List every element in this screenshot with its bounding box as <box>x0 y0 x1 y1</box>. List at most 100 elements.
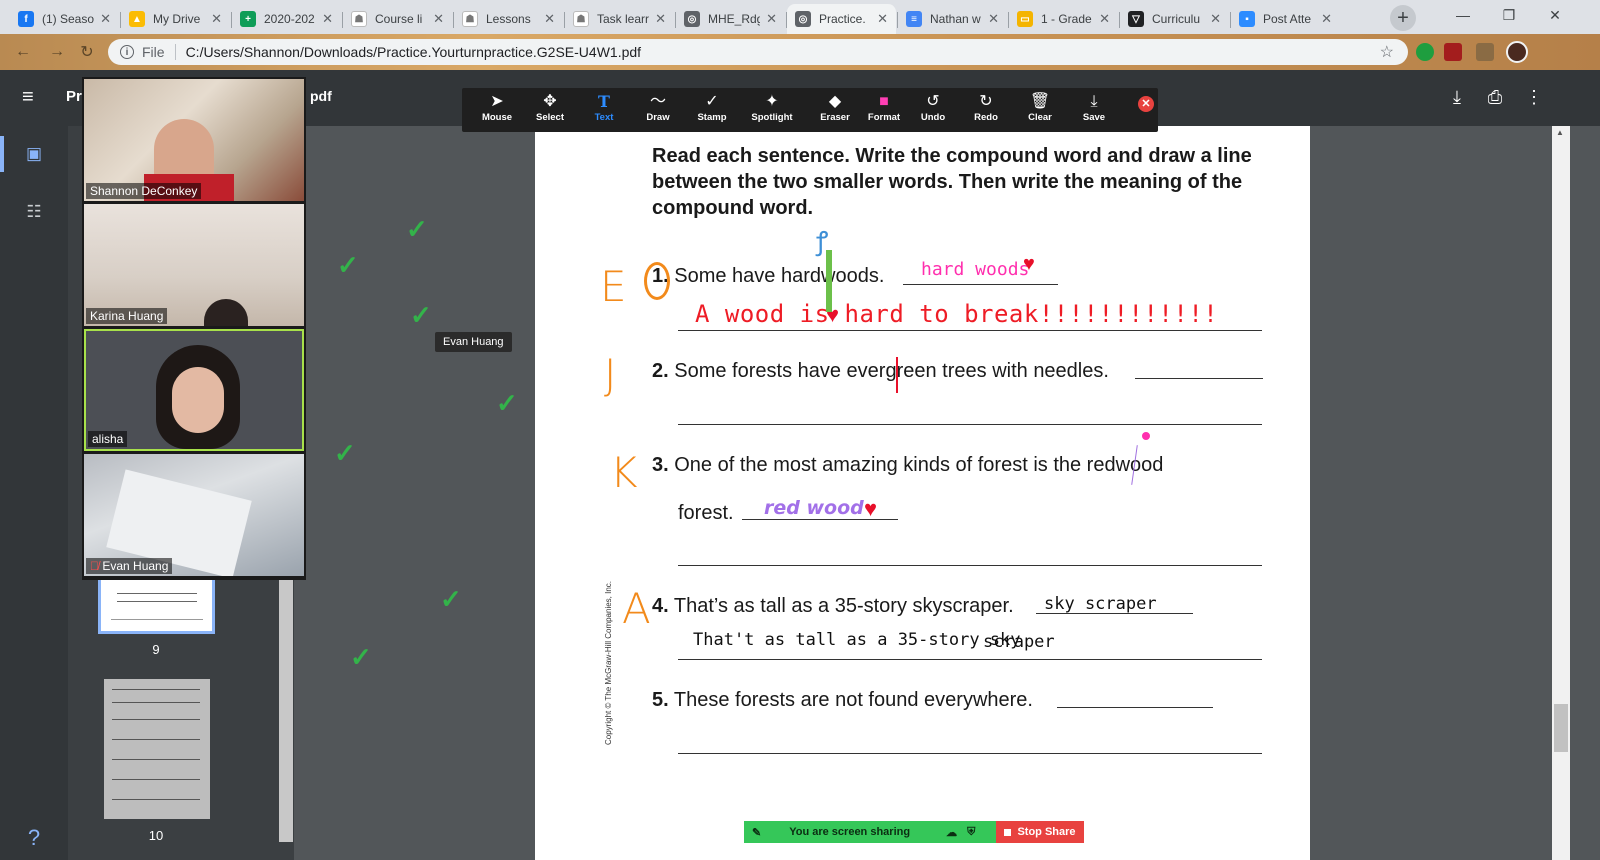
meaning-line <box>678 659 1262 660</box>
margin-letter: E <box>600 262 627 311</box>
annotation-tool-label: Text <box>594 112 614 123</box>
forward-button[interactable]: → <box>46 41 68 63</box>
annotation-tool-stamp[interactable]: ✓ Stamp <box>686 92 738 128</box>
video-tile[interactable]: Karina Huang <box>84 204 304 326</box>
help-icon[interactable]: ? <box>22 826 46 850</box>
browser-tab[interactable]: ☗ Lessons ✕ <box>454 4 563 34</box>
profile-avatar[interactable] <box>1506 41 1528 63</box>
participant-name: alisha <box>88 431 128 447</box>
browser-tab[interactable]: ▽ Curriculu ✕ <box>1120 4 1229 34</box>
annotation-tool-text[interactable]: T Text <box>578 92 630 128</box>
annotation-tool-label: Stamp <box>697 112 727 123</box>
move-icon: ✥ <box>543 93 557 110</box>
browser-tab[interactable]: ▲ My Drive ✕ <box>121 4 230 34</box>
google-drive-icon: ▲ <box>129 11 145 27</box>
browser-tab[interactable]: ☗ Task learr ✕ <box>565 4 674 34</box>
close-annotation-icon[interactable]: ✕ <box>1138 96 1154 112</box>
close-tab-icon[interactable]: ✕ <box>655 11 666 27</box>
back-button[interactable]: ← <box>12 41 34 63</box>
annotation-tool-undo[interactable]: ↺ Undo <box>907 92 959 128</box>
tab-separator <box>786 12 787 28</box>
browser-tab[interactable]: ☗ Course li ✕ <box>343 4 452 34</box>
close-window-button[interactable]: ✕ <box>1532 0 1578 30</box>
close-tab-icon[interactable]: ✕ <box>1321 11 1332 27</box>
close-tab-icon[interactable]: ✕ <box>211 11 222 27</box>
ublock-extension-icon[interactable] <box>1444 43 1462 61</box>
close-tab-icon[interactable]: ✕ <box>433 11 444 27</box>
screen-share-status[interactable]: ✎ You are screen sharing ☁ ⛨ <box>744 821 996 843</box>
participant-video <box>172 367 224 433</box>
item-4-sentence: 4. That’s as tall as a 35-story skyscrap… <box>652 595 1014 618</box>
extensions-puzzle-icon[interactable] <box>1476 43 1494 61</box>
circle-mark-orange <box>644 262 670 300</box>
annotation-tool-label: Format <box>867 112 901 123</box>
browser-tab[interactable]: f (1) Seaso ✕ <box>10 4 119 34</box>
annotation-tool-redo[interactable]: ↻ Redo <box>960 92 1012 128</box>
thumbnail-scrollbar[interactable] <box>279 580 293 842</box>
item-1-sentence: 1. Some have hardwoods. <box>652 265 884 288</box>
more-options-icon[interactable]: ⋮ <box>1523 87 1545 109</box>
scrollbar-thumb[interactable] <box>1554 704 1568 752</box>
page-thumbnail-10[interactable] <box>104 679 210 819</box>
video-tile[interactable]: 🎙̸ Evan Huang <box>84 454 304 576</box>
thumbnail-page-number: 10 <box>148 828 164 843</box>
tab-separator <box>120 12 121 28</box>
participant-tooltip: Evan Huang <box>435 332 512 352</box>
annotation-tool-select[interactable]: ✥ Select <box>524 92 576 128</box>
scroll-up-arrow-icon[interactable]: ▲ <box>1556 128 1564 137</box>
close-tab-icon[interactable]: ✕ <box>544 11 555 27</box>
browser-tab-label: Lessons <box>486 12 531 26</box>
divider-mark-green <box>826 250 832 312</box>
info-icon[interactable]: i <box>120 45 134 59</box>
browser-tab-label: 2020-202 <box>264 12 315 26</box>
bookmark-star-icon[interactable]: ☆ <box>1380 42 1394 62</box>
tab-separator <box>231 12 232 28</box>
vertical-scrollbar[interactable]: ▲ <box>1552 126 1570 860</box>
divider-mark-red <box>896 357 898 393</box>
minimize-button[interactable]: — <box>1440 0 1486 30</box>
scribble-mark-blue: ꝭ <box>816 227 829 257</box>
url-text[interactable]: C:/Users/Shannon/Downloads/Practice.Your… <box>186 44 641 60</box>
stop-share-button[interactable]: Stop Share <box>996 821 1084 843</box>
hamburger-menu-icon[interactable]: ≡ <box>22 86 44 108</box>
annotation-tool-eraser[interactable]: ◆ Eraser <box>809 92 861 128</box>
close-tab-icon[interactable]: ✕ <box>100 11 111 27</box>
close-tab-icon[interactable]: ✕ <box>988 11 999 27</box>
new-tab-button[interactable]: + <box>1390 5 1416 31</box>
evernote-extension-icon[interactable] <box>1416 43 1434 61</box>
restore-button[interactable]: ❐ <box>1486 0 1532 30</box>
browser-tab[interactable]: ▭ 1 - Grade ✕ <box>1009 4 1118 34</box>
answer-4-compound: sky scraper <box>1044 594 1157 614</box>
outline-view-icon[interactable]: ☷ <box>22 200 46 224</box>
print-icon[interactable]: ⎙ <box>1484 87 1506 109</box>
page-thumbnail-9[interactable] <box>98 576 215 634</box>
annotation-tool-spotlight[interactable]: ✦ Spotlight <box>746 92 798 128</box>
video-tile[interactable]: Shannon DeConkey <box>84 79 304 201</box>
browser-tab-label: Course li <box>375 12 423 26</box>
close-tab-icon[interactable]: ✕ <box>1099 11 1110 27</box>
pin-icon[interactable]: ✎ <box>752 826 761 839</box>
browser-tab[interactable]: ◎ Practice. ✕ <box>787 4 896 34</box>
annotation-tool-save[interactable]: ⤓ Save <box>1068 92 1120 128</box>
thumbnail-view-icon[interactable]: ▣ <box>22 142 46 166</box>
video-tile-active-speaker[interactable]: alisha <box>84 329 304 451</box>
annotation-tool-draw[interactable]: 〜 Draw <box>632 92 684 128</box>
browser-tab[interactable]: ◎ MHE_Rdg ✕ <box>676 4 785 34</box>
google-slides-icon: ▭ <box>1017 11 1033 27</box>
close-tab-icon[interactable]: ✕ <box>766 11 777 27</box>
annotation-tool-mouse[interactable]: ➤ Mouse <box>471 92 523 128</box>
annotation-tool-label: Save <box>1082 112 1106 123</box>
text-icon: T <box>598 92 610 111</box>
close-tab-icon[interactable]: ✕ <box>877 11 888 27</box>
browser-tab[interactable]: ▪ Post Atte ✕ <box>1231 4 1340 34</box>
address-bar[interactable]: i File C:/Users/Shannon/Downloads/Practi… <box>108 39 1408 65</box>
close-tab-icon[interactable]: ✕ <box>1210 11 1221 27</box>
download-icon[interactable]: ⤓ <box>1446 87 1468 109</box>
reload-button[interactable]: ↻ <box>76 41 98 63</box>
close-tab-icon[interactable]: ✕ <box>322 11 333 27</box>
browser-tab[interactable]: ≡ Nathan w ✕ <box>898 4 1007 34</box>
annotation-tool-clear[interactable]: 🗑 Clear <box>1014 92 1066 128</box>
browser-tab[interactable]: +2020-202 ✕ <box>232 4 341 34</box>
annotation-tool-format[interactable]: ■ Format <box>858 92 910 128</box>
pdf-title-start: Pr <box>66 88 82 105</box>
